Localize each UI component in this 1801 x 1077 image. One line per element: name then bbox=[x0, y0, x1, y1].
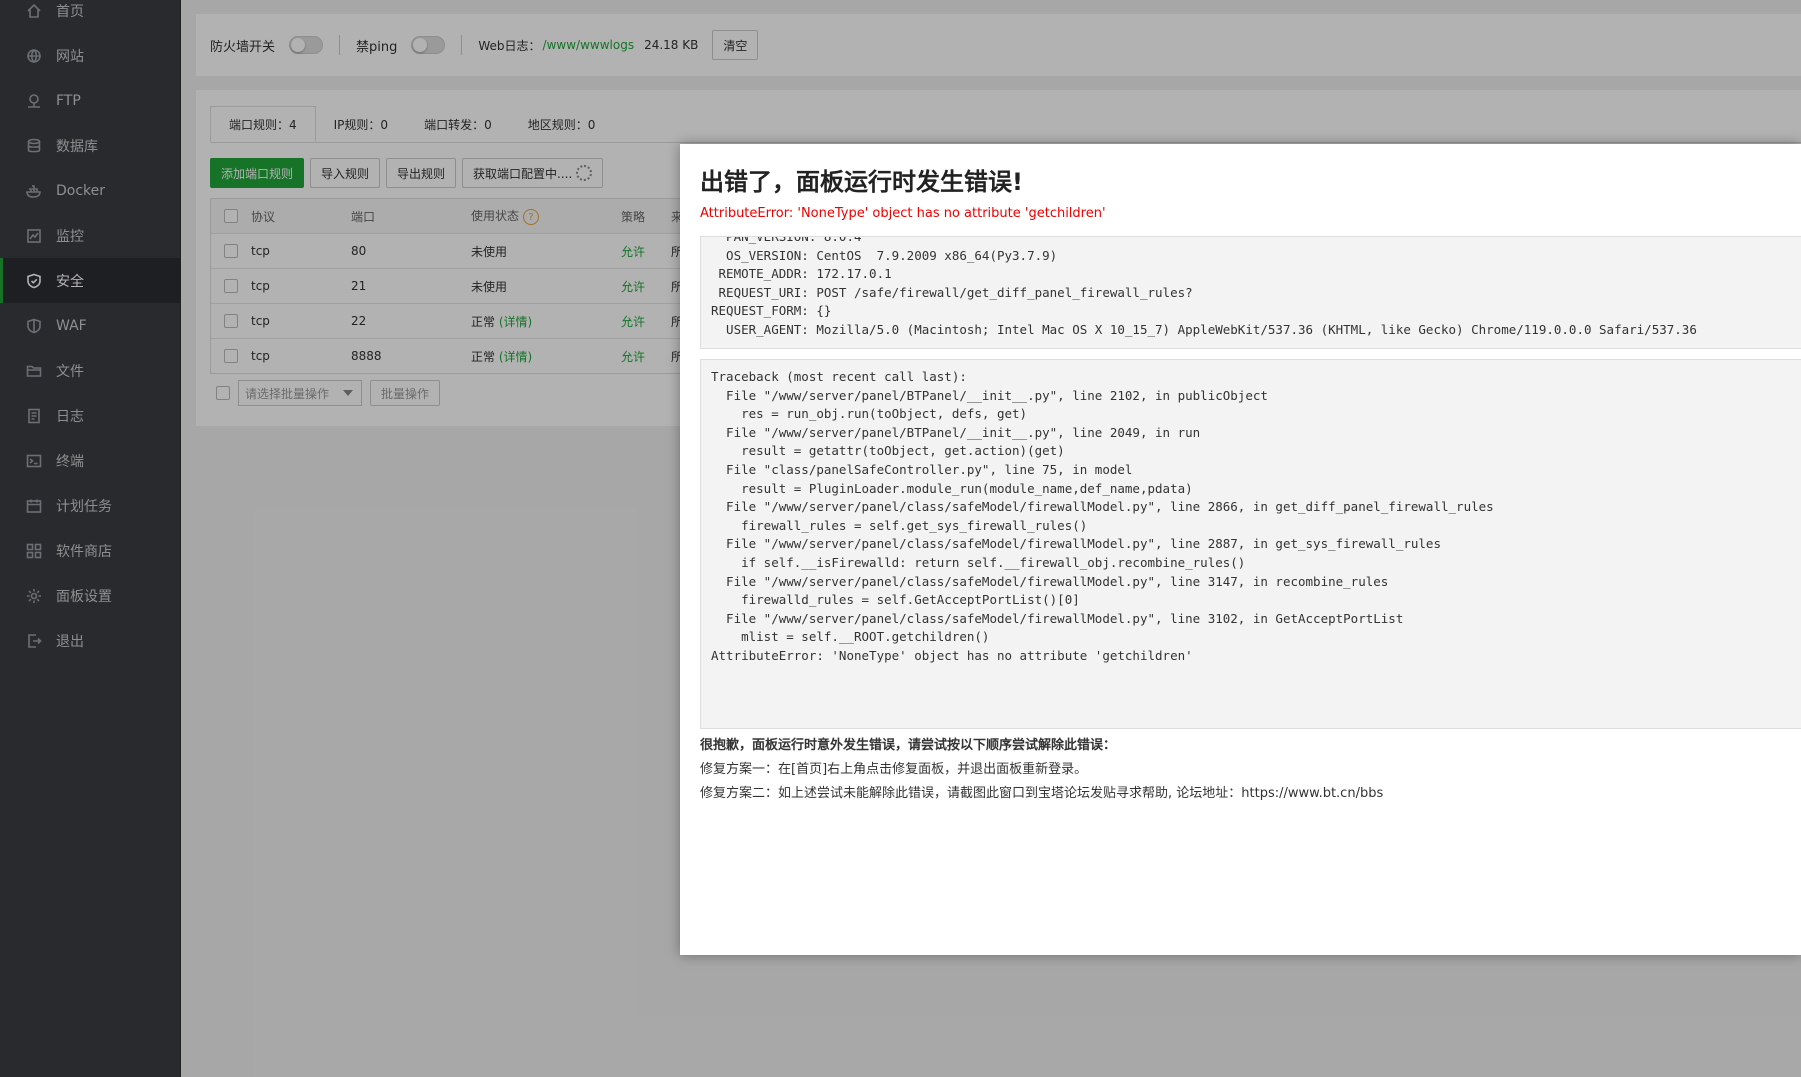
error-dialog: 出错了，面板运行时发生错误! AttributeError: 'NoneType… bbox=[680, 144, 1801, 955]
env-line: REMOTE_ADDR: 172.17.0.1 bbox=[711, 266, 892, 282]
environment-info: PAN_VERSION: 8.0.4 OS_VERSION: CentOS 7.… bbox=[700, 236, 1801, 349]
help-text: 很抱歉，面板运行时意外发生错误，请尝试按以下顺序尝试解除此错误： 修复方案一：在… bbox=[700, 734, 1383, 806]
error-message: AttributeError: 'NoneType' object has no… bbox=[700, 206, 1106, 221]
fix-option-2: 修复方案二：如上述尝试未能解除此错误，请截图此窗口到宝塔论坛发贴寻求帮助, 论坛… bbox=[700, 786, 1384, 801]
dialog-title: 出错了，面板运行时发生错误! bbox=[700, 168, 1023, 196]
env-line: REQUEST_FORM: {} bbox=[711, 303, 832, 319]
fix-option-1: 修复方案一：在[首页]右上角点击修复面板，并退出面板重新登录。 bbox=[700, 762, 1088, 777]
env-line: OS_VERSION: CentOS 7.9.2009 x86_64(Py3.7… bbox=[711, 247, 1058, 263]
env-line: USER_AGENT: Mozilla/5.0 (Macintosh; Inte… bbox=[711, 321, 1697, 337]
traceback-box: Traceback (most recent call last): File … bbox=[700, 359, 1801, 729]
env-line: REQUEST_URI: POST /safe/firewall/get_dif… bbox=[711, 284, 1193, 300]
help-title: 很抱歉，面板运行时意外发生错误，请尝试按以下顺序尝试解除此错误： bbox=[700, 738, 1117, 753]
env-line: PAN_VERSION: 8.0.4 bbox=[711, 236, 862, 244]
